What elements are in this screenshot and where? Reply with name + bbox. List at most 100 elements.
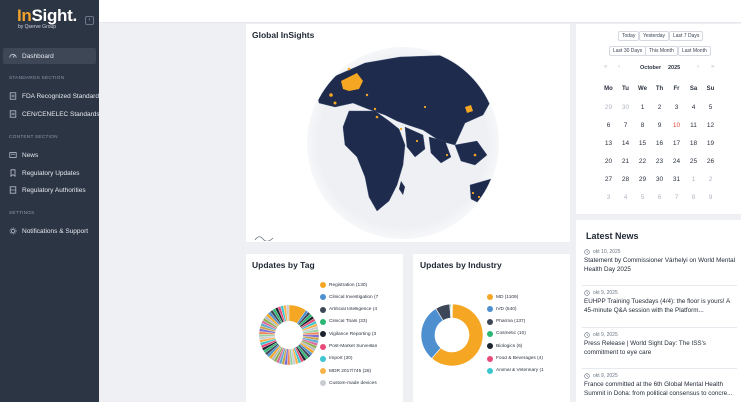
quick-range-button[interactable]: Last Month (678, 46, 711, 56)
legend-item[interactable]: Import (30) (320, 355, 382, 362)
calendar-day[interactable]: 22 (634, 158, 651, 165)
prev-month-button[interactable]: ‹ (618, 64, 620, 70)
news-item[interactable]: okt 9, 2025 Press Release | World Sight D… (584, 332, 736, 357)
sidebar-item-news[interactable]: News (3, 147, 96, 163)
legend-item[interactable]: Clinical Trials (33) (320, 318, 382, 325)
calendar-day[interactable]: 1 (634, 104, 651, 111)
legend-item[interactable]: Artificial Intelligence (4 (320, 306, 382, 313)
industry-slice[interactable] (451, 303, 453, 319)
calendar-day[interactable]: 6 (651, 194, 668, 201)
calendar-day[interactable]: 2 (651, 104, 668, 111)
calendar-day[interactable]: 2 (702, 176, 719, 183)
legend-item[interactable]: Clinical Investigation (7 (320, 294, 382, 301)
next-month-button[interactable]: › (697, 64, 699, 70)
top-bar (99, 0, 741, 23)
quick-range-button[interactable]: Last 7 Days (669, 31, 704, 41)
legend-swatch (320, 318, 326, 325)
calendar-day[interactable]: 4 (617, 194, 634, 201)
news-title[interactable]: EUHPP Training Tuesdays (4/4): the floor… (584, 298, 736, 315)
calendar-day[interactable]: 1 (685, 176, 702, 183)
calendar-day[interactable]: 31 (668, 176, 685, 183)
legend-item[interactable]: Custom-made devices (320, 380, 382, 387)
calendar-day[interactable]: 7 (668, 194, 685, 201)
news-title[interactable]: France committed at the 6th Global Menta… (584, 381, 736, 398)
calendar-day[interactable]: 14 (617, 140, 634, 147)
sidebar-item-dashboard[interactable]: Dashboard (3, 48, 96, 64)
insight-logo[interactable]: InSight. by Qserve Group (17, 6, 77, 30)
tag-donut-chart[interactable] (254, 300, 324, 370)
calendar-day[interactable]: 5 (634, 194, 651, 201)
legend-item[interactable]: Biologics (6) (487, 343, 549, 350)
quick-range-button[interactable]: Last 30 Days (609, 46, 647, 56)
calendar-day[interactable]: 18 (685, 140, 702, 147)
calendar-day[interactable]: 29 (600, 104, 617, 111)
legend-item[interactable]: Registration (130) (320, 282, 382, 288)
calendar-day[interactable]: 19 (702, 140, 719, 147)
calendar-day[interactable]: 17 (668, 140, 685, 147)
news-separator (582, 327, 737, 328)
legend-item[interactable]: MD (1109) (487, 294, 549, 300)
calendar-day[interactable]: 5 (702, 104, 719, 111)
legend-swatch (320, 380, 326, 387)
calendar-day[interactable]: 4 (685, 104, 702, 111)
calendar-day[interactable]: 3 (668, 104, 685, 111)
news-title[interactable]: Statement by Commissioner Várhelyi on Wo… (584, 257, 736, 274)
calendar-day[interactable]: 8 (634, 122, 651, 129)
calendar-day[interactable]: 24 (668, 158, 685, 165)
calendar-day[interactable]: 25 (685, 158, 702, 165)
news-item[interactable]: okt 9, 2025 France committed at the 6th G… (584, 373, 736, 398)
news-item[interactable]: okt 9, 2025 EUHPP Training Tuesdays (4/4)… (584, 290, 736, 315)
calendar-day[interactable]: 7 (617, 122, 634, 129)
legend-swatch (320, 306, 326, 313)
sidebar-item-fda[interactable]: FDA Recognized Standards (3, 88, 102, 104)
prev-year-button[interactable]: « (604, 64, 607, 70)
legend-item[interactable]: Food & Beverages (4) (487, 355, 549, 362)
weekday-header: We (638, 86, 647, 92)
quick-range-button[interactable]: Today (618, 31, 640, 41)
industry-donut-chart[interactable] (417, 300, 487, 370)
world-globe[interactable] (305, 45, 502, 242)
calendar-year[interactable]: 2025 (668, 65, 680, 71)
calendar-day[interactable]: 30 (651, 176, 668, 183)
legend-item[interactable]: Post-Market Surveillan (320, 343, 382, 350)
legend-item[interactable]: Animal & Veterinary (1 (487, 367, 549, 374)
legend-item[interactable]: MDR 2017/745 (26) (320, 368, 382, 375)
calendar-day[interactable]: 13 (600, 140, 617, 147)
news-item[interactable]: okt 10, 2025 Statement by Commissioner Vá… (584, 249, 736, 274)
calendar-day[interactable]: 11 (685, 122, 702, 129)
sidebar-item-label: Dashboard (22, 52, 54, 60)
calendar-day[interactable]: 10 (668, 122, 685, 129)
sidebar-item-notifications[interactable]: Notifications & Support (3, 223, 96, 239)
calendar-day[interactable]: 12 (702, 122, 719, 129)
legend-swatch (320, 368, 326, 375)
quick-range-button[interactable]: Yesterday (639, 31, 670, 41)
next-year-button[interactable]: » (711, 64, 714, 70)
calendar-day[interactable]: 28 (617, 176, 634, 183)
calendar-month[interactable]: October (640, 65, 661, 71)
calendar-day[interactable]: 21 (617, 158, 634, 165)
calendar-day[interactable]: 9 (702, 194, 719, 201)
legend-item[interactable]: Pharma (137) (487, 318, 549, 325)
calendar-day[interactable]: 29 (634, 176, 651, 183)
sidebar-item-cen[interactable]: CEN/CENELEC Standards (3, 106, 100, 122)
calendar-day[interactable]: 9 (651, 122, 668, 129)
calendar-day[interactable]: 26 (702, 158, 719, 165)
legend-item[interactable]: Vigilance Reporting (3 (320, 331, 382, 338)
calendar-day[interactable]: 23 (651, 158, 668, 165)
calendar-day[interactable]: 27 (600, 176, 617, 183)
quick-range-button[interactable]: This Month (645, 46, 678, 56)
calendar-day[interactable]: 8 (685, 194, 702, 201)
legend-item[interactable]: Cosmetic (10) (487, 330, 549, 337)
calendar-day[interactable]: 15 (634, 140, 651, 147)
collapse-sidebar-icon[interactable]: ‹ (85, 16, 94, 25)
calendar-day[interactable]: 20 (600, 158, 617, 165)
calendar-day[interactable]: 30 (617, 104, 634, 111)
calendar-day[interactable]: 16 (651, 140, 668, 147)
sidebar-item-regulatory-updates[interactable]: Regulatory Updates (3, 165, 96, 181)
legend-item[interactable]: IVD (540) (487, 306, 549, 313)
news-title[interactable]: Press Release | World Sight Day: The ISS… (584, 340, 736, 357)
calendar-day[interactable]: 3 (600, 194, 617, 201)
global-insights-card: Global InSights (246, 24, 570, 242)
calendar-day[interactable]: 6 (600, 122, 617, 129)
sidebar-item-regulatory-authorities[interactable]: Regulatory Authorities (3, 182, 96, 198)
